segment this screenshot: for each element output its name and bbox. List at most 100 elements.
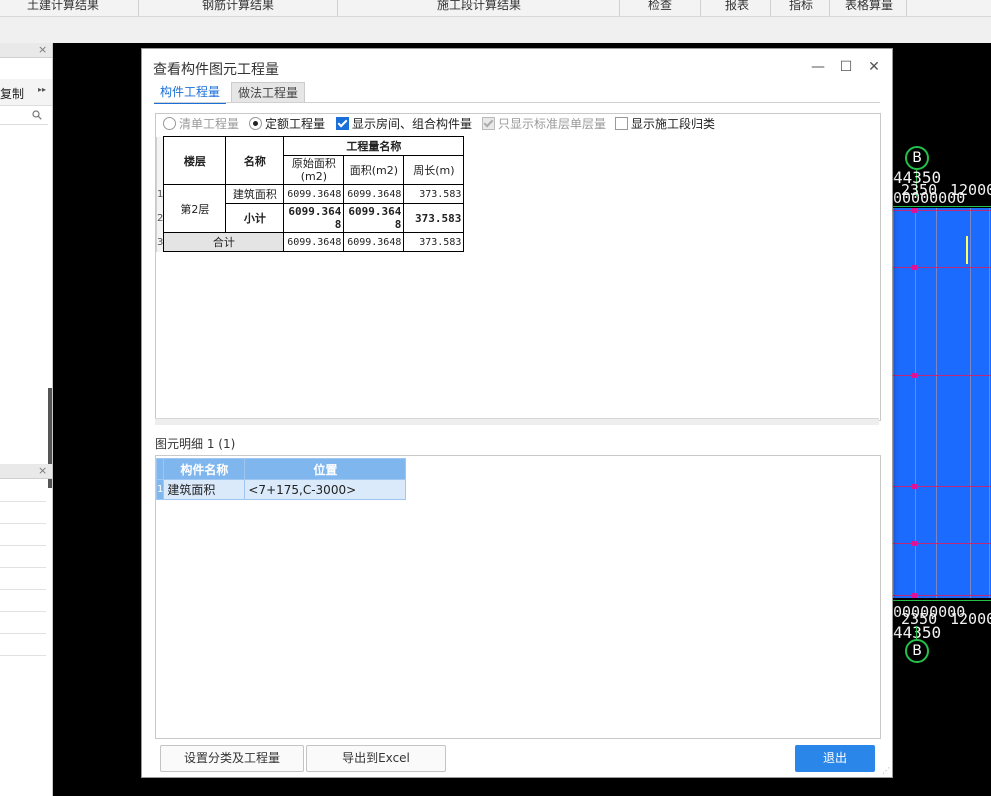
tab-component-quantity[interactable]: 构件工程量 — [154, 82, 227, 104]
col-orig-area-header: 原始面积(m2) — [283, 155, 345, 185]
menu-separator — [138, 0, 139, 16]
radio-checked-icon[interactable] — [249, 117, 262, 130]
component-cell[interactable]: 建筑面积 — [163, 479, 246, 500]
standard-floor-checkbox[interactable]: 只显示标准层单层量 — [482, 116, 606, 132]
close-icon[interactable]: × — [38, 43, 47, 56]
grid-line — [891, 486, 991, 487]
menu-separator — [337, 0, 338, 16]
grid-line — [891, 210, 991, 211]
subtotal-orig-area-cell: 6099.3648 — [283, 203, 345, 233]
search-icon[interactable] — [32, 110, 42, 120]
grid-node — [912, 541, 917, 546]
row-number-header — [155, 136, 164, 156]
list-item[interactable] — [0, 568, 46, 590]
grid-node — [912, 373, 917, 378]
expand-icon[interactable]: ▸▸ — [38, 85, 46, 94]
quota-quantity-radio[interactable]: 定额工程量 — [249, 116, 325, 132]
quota-quantity-label: 定额工程量 — [265, 117, 326, 131]
menu-rebar-results[interactable]: 钢筋计算结果 — [202, 0, 274, 13]
menu-index[interactable]: 指标 — [789, 0, 813, 13]
list-item[interactable] — [0, 502, 46, 524]
menu-separator — [829, 0, 830, 16]
dimension-line — [891, 600, 991, 601]
total-perimeter-cell: 373.583 — [403, 232, 465, 252]
row-number: 3 — [155, 232, 164, 252]
col-component-header: 构件名称 — [163, 458, 246, 480]
grid-node — [912, 208, 917, 213]
bill-quantity-label: 清单工程量 — [179, 117, 240, 131]
show-segments-checkbox[interactable]: 显示施工段归类 — [615, 116, 715, 132]
list-item[interactable] — [0, 480, 46, 502]
subtotal-area-cell: 6099.3648 — [343, 203, 405, 233]
element-detail-panel: 构件名称 位置 1 建筑面积 <7+175,C-3000> — [155, 455, 881, 739]
checkbox-checked-icon[interactable] — [336, 117, 349, 130]
checkbox-disabled-icon[interactable] — [482, 117, 495, 130]
col-name-header: 名称 — [225, 136, 285, 185]
col-position-header: 位置 — [244, 458, 407, 480]
grid-line — [891, 595, 991, 596]
grid-node — [912, 593, 917, 598]
grid-line — [891, 543, 991, 544]
position-cell[interactable]: <7+175,C-3000> — [244, 479, 407, 500]
panel-splitter[interactable] — [155, 418, 879, 425]
total-name-cell: 合计 — [163, 232, 285, 252]
element-detail-table: 构件名称 位置 1 建筑面积 <7+175,C-3000> — [155, 458, 407, 500]
show-rooms-label: 显示房间、组合构件量 — [352, 117, 473, 131]
grid-node — [912, 484, 917, 489]
top-menu-bar: 土建计算结果 钢筋计算结果 施工段计算结果 检查 报表 指标 表格算量 — [0, 0, 991, 17]
close-icon[interactable]: ✕ — [865, 58, 883, 76]
dimension-text: 00000000 — [893, 189, 966, 207]
radio-icon[interactable] — [163, 117, 176, 130]
left-panel-toolbar: 复制 ▸▸ — [0, 79, 52, 106]
minimize-icon[interactable]: — — [809, 58, 827, 76]
bill-quantity-radio[interactable]: 清单工程量 — [163, 116, 239, 132]
floor-cell: 第2层 — [163, 184, 227, 233]
row-number-header — [155, 458, 165, 480]
element-detail-label: 图元明细 1 (1) — [155, 437, 236, 451]
show-rooms-checkbox[interactable]: 显示房间、组合构件量 — [336, 116, 472, 132]
menu-check[interactable]: 检查 — [648, 0, 672, 13]
menu-separator — [700, 0, 701, 16]
area-cell: 6099.3648 — [343, 184, 405, 204]
dialog-title: 查看构件图元工程量 — [153, 62, 279, 78]
dimension-text: 12000 — [950, 610, 991, 628]
show-segments-label: 显示施工段归类 — [631, 117, 716, 131]
list-item[interactable] — [0, 634, 46, 656]
tab-method-quantity[interactable]: 做法工程量 — [231, 82, 306, 103]
list-item[interactable] — [0, 612, 46, 634]
axis-marker-bottom: B — [905, 639, 929, 663]
maximize-icon[interactable]: ☐ — [837, 58, 855, 76]
highlight-line — [966, 236, 968, 264]
col-area-header: 面积(m2) — [343, 155, 405, 185]
perimeter-cell: 373.583 — [403, 184, 465, 204]
row-number-header — [155, 155, 164, 185]
list-item[interactable] — [0, 546, 46, 568]
menu-segment-results[interactable]: 施工段计算结果 — [437, 0, 521, 13]
set-category-button[interactable]: 设置分类及工程量 — [160, 745, 304, 772]
list-item[interactable] — [0, 524, 46, 546]
checkbox-icon[interactable] — [615, 117, 628, 130]
quantity-panel: 清单工程量 定额工程量 显示房间、组合构件量 只显示标准层单层量 显示施工段归类… — [155, 113, 881, 421]
grid-line — [891, 267, 991, 268]
left-panel: × 复制 ▸▸ × — [0, 43, 53, 796]
export-excel-button[interactable]: 导出到Excel — [306, 745, 446, 772]
menu-report[interactable]: 报表 — [725, 0, 749, 13]
menu-civil-results[interactable]: 土建计算结果 — [27, 0, 99, 13]
search-input[interactable] — [0, 106, 48, 125]
menu-table-qty[interactable]: 表格算量 — [845, 0, 893, 13]
total-area-cell: 6099.3648 — [343, 232, 405, 252]
exit-button[interactable]: 退出 — [795, 745, 875, 772]
table-row[interactable]: 1 建筑面积 <7+175,C-3000> — [155, 479, 407, 500]
quantity-report-table: 楼层 名称 工程量名称 原始面积(m2) 面积(m2) 周长(m) 1 第2层 … — [155, 136, 465, 252]
subtotal-name-cell: 小计 — [225, 203, 285, 233]
list-item[interactable] — [0, 590, 46, 612]
row-number: 1 — [155, 184, 164, 204]
close-icon[interactable]: × — [38, 464, 47, 477]
resize-grip-icon[interactable]: ⋰ — [882, 767, 890, 775]
copy-button[interactable]: 复制 — [0, 85, 24, 102]
grid-line — [891, 375, 991, 376]
dimension-line — [891, 206, 991, 207]
axis-leader — [916, 626, 917, 640]
row-number: 1 — [155, 479, 165, 500]
toolbar-strip — [0, 17, 991, 43]
